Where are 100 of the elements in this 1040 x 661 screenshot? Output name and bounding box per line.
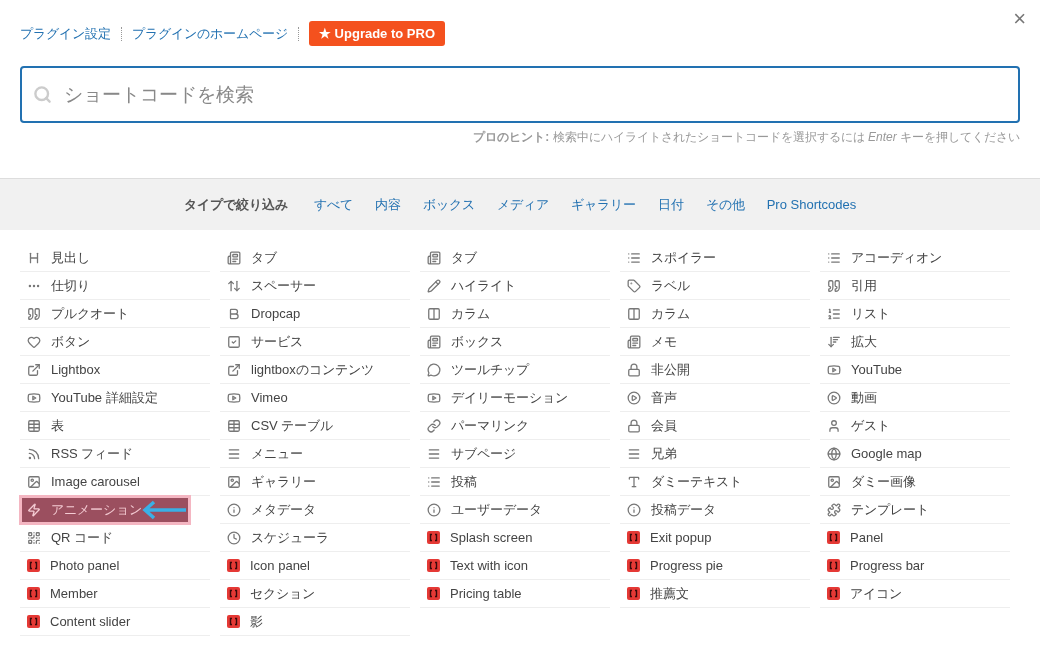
shortcode-item[interactable]: QR コード	[20, 524, 210, 552]
shortcode-item[interactable]: スペーサー	[220, 272, 410, 300]
panel-icon	[627, 334, 641, 349]
filter-link[interactable]: メディア	[496, 194, 549, 215]
link-icon	[427, 418, 441, 433]
panel-icon	[427, 334, 441, 349]
filter-link[interactable]: 日付	[657, 194, 684, 215]
shortcode-item[interactable]: RSS フィード	[20, 440, 210, 468]
pro-icon	[27, 615, 40, 628]
shortcode-item[interactable]: タブ	[420, 244, 610, 272]
shortcode-item[interactable]: テンプレート	[820, 496, 1010, 524]
lock-icon	[627, 418, 641, 433]
shortcode-item[interactable]: 会員	[620, 412, 810, 440]
shortcode-item[interactable]: 影	[220, 608, 410, 636]
shortcode-item[interactable]: Vimeo	[220, 384, 410, 412]
shortcode-item[interactable]: ギャラリー	[220, 468, 410, 496]
image-icon	[827, 474, 841, 489]
shortcode-item[interactable]: サービス	[220, 328, 410, 356]
shortcode-item[interactable]: Text with icon	[420, 552, 610, 580]
puzzle-icon	[827, 502, 841, 517]
list-icon	[627, 250, 641, 265]
shortcode-item[interactable]: ハイライト	[420, 272, 610, 300]
shortcode-item[interactable]: Panel	[820, 524, 1010, 552]
shortcode-item[interactable]: ボックス	[420, 328, 610, 356]
shortcode-item[interactable]: ラベル	[620, 272, 810, 300]
heart-icon	[27, 334, 41, 349]
arrow-icon	[142, 500, 188, 520]
shortcode-item[interactable]: Splash screen	[420, 524, 610, 552]
shortcode-item[interactable]: 兄弟	[620, 440, 810, 468]
shortcode-item[interactable]: ボタン	[20, 328, 210, 356]
image-icon	[227, 474, 241, 489]
filter-link[interactable]: 内容	[374, 194, 401, 215]
filter-link[interactable]: ギャラリー	[570, 194, 636, 215]
shortcode-item[interactable]: Member	[20, 580, 210, 608]
filter-link[interactable]: すべて	[313, 194, 353, 215]
shortcode-item[interactable]: デイリーモーション	[420, 384, 610, 412]
shortcode-item[interactable]: プルクオート	[20, 300, 210, 328]
shortcode-item[interactable]: スケジューラ	[220, 524, 410, 552]
filter-link[interactable]: その他	[705, 194, 745, 215]
columns-icon	[427, 306, 441, 321]
shortcode-item[interactable]: Progress bar	[820, 552, 1010, 580]
info-icon	[627, 502, 641, 517]
shortcode-item[interactable]: アイコン	[820, 580, 1010, 608]
shortcode-item[interactable]: カラム	[620, 300, 810, 328]
shortcode-item[interactable]: ゲスト	[820, 412, 1010, 440]
shortcode-item[interactable]: Dropcap	[220, 300, 410, 328]
shortcode-item[interactable]: ツールチップ	[420, 356, 610, 384]
shortcode-item[interactable]: アニメーション	[20, 496, 190, 524]
shortcode-item[interactable]: CSV テーブル	[220, 412, 410, 440]
shortcode-item[interactable]: 投稿データ	[620, 496, 810, 524]
pro-icon	[227, 587, 240, 600]
header-link[interactable]: プラグインのホームページ	[132, 23, 288, 44]
shortcode-item[interactable]: YouTube	[820, 356, 1010, 384]
shortcode-item[interactable]: Lightbox	[20, 356, 210, 384]
shortcode-item[interactable]: 動画	[820, 384, 1010, 412]
shortcode-item[interactable]: 投稿	[420, 468, 610, 496]
header-link[interactable]: プラグイン設定	[20, 23, 111, 44]
pro-icon	[27, 587, 40, 600]
search-field[interactable]: ショートコードを検索	[20, 66, 1020, 123]
shortcode-item[interactable]: 拡大	[820, 328, 1010, 356]
shortcode-item[interactable]: ユーザーデータ	[420, 496, 610, 524]
shortcode-item[interactable]: タブ	[220, 244, 410, 272]
shortcode-item[interactable]: アコーディオン	[820, 244, 1010, 272]
shortcode-item[interactable]: 仕切り	[20, 272, 210, 300]
shortcode-item[interactable]: 表	[20, 412, 210, 440]
shortcode-item[interactable]: Content slider	[20, 608, 210, 636]
shortcode-item[interactable]: スポイラー	[620, 244, 810, 272]
shortcode-item[interactable]: 引用	[820, 272, 1010, 300]
pro-icon	[627, 559, 640, 572]
lock-icon	[627, 362, 641, 377]
shortcode-item[interactable]: Photo panel	[20, 552, 210, 580]
shortcode-item[interactable]: Exit popup	[620, 524, 810, 552]
shortcode-item[interactable]: サブページ	[420, 440, 610, 468]
shortcode-item[interactable]: パーマリンク	[420, 412, 610, 440]
quote-icon	[27, 306, 41, 321]
numbered-list-icon	[827, 306, 841, 321]
shortcode-item[interactable]: セクション	[220, 580, 410, 608]
info-icon	[427, 502, 441, 517]
shortcode-item[interactable]: Icon panel	[220, 552, 410, 580]
shortcode-item[interactable]: 音声	[620, 384, 810, 412]
shortcode-item[interactable]: メモ	[620, 328, 810, 356]
shortcode-item[interactable]: リスト	[820, 300, 1010, 328]
shortcode-item[interactable]: メニュー	[220, 440, 410, 468]
shortcode-item[interactable]: ダミー画像	[820, 468, 1010, 496]
shortcode-item[interactable]: 見出し	[20, 244, 210, 272]
filter-link[interactable]: ボックス	[422, 194, 475, 215]
shortcode-item[interactable]: メタデータ	[220, 496, 410, 524]
table-icon	[27, 418, 41, 433]
shortcode-item[interactable]: 推薦文	[620, 580, 810, 608]
filter-link[interactable]: Pro Shortcodes	[766, 194, 857, 215]
shortcode-item[interactable]: Google map	[820, 440, 1010, 468]
shortcode-item[interactable]: カラム	[420, 300, 610, 328]
shortcode-item[interactable]: 非公開	[620, 356, 810, 384]
shortcode-item[interactable]: Progress pie	[620, 552, 810, 580]
shortcode-item[interactable]: YouTube 詳細設定	[20, 384, 210, 412]
play-icon	[827, 390, 841, 405]
shortcode-item[interactable]: Pricing table	[420, 580, 610, 608]
close-button[interactable]: ×	[1013, 8, 1026, 30]
shortcode-item[interactable]: lightboxのコンテンツ	[220, 356, 410, 384]
shortcode-item[interactable]: ダミーテキスト	[620, 468, 810, 496]
